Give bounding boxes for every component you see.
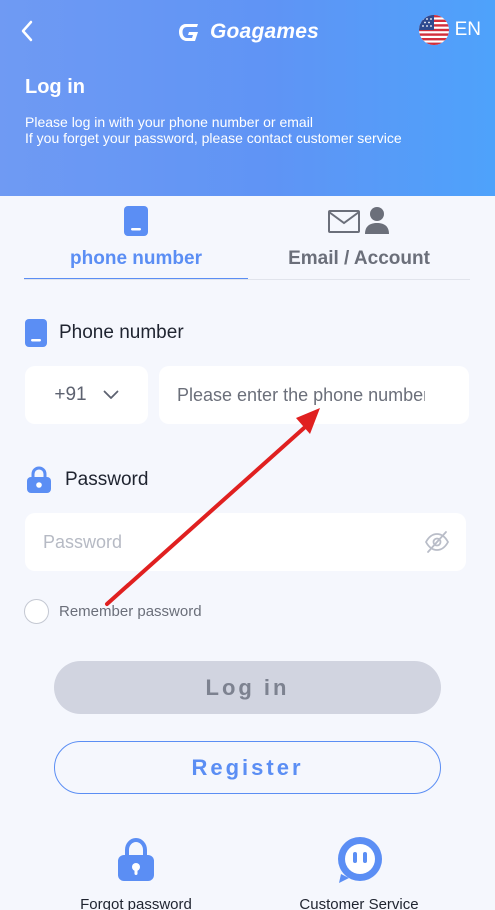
- back-button[interactable]: [14, 16, 40, 46]
- logo-text: Goagames: [210, 20, 319, 43]
- tab-phone-number[interactable]: phone number: [24, 196, 248, 280]
- page-title: Log in: [25, 76, 85, 98]
- password-label-text: Password: [65, 469, 149, 490]
- tab-email-account-label: Email / Account: [288, 248, 430, 269]
- login-method-tabs: phone number Email / Account: [24, 196, 470, 282]
- language-selector[interactable]: EN: [418, 15, 481, 45]
- password-field: [25, 513, 466, 571]
- phone-number-label-text: Phone number: [59, 322, 184, 343]
- customer-service-button[interactable]: Customer Service: [279, 836, 439, 910]
- eye-off-icon[interactable]: [424, 530, 450, 554]
- remember-password-radio[interactable]: [24, 599, 49, 624]
- login-button[interactable]: Log in: [54, 661, 441, 714]
- lock-icon: [118, 837, 154, 881]
- chevron-down-icon: [103, 390, 119, 399]
- forgot-password-label: Forgot password: [80, 896, 192, 910]
- lock-icon: [27, 466, 51, 493]
- tab-phone-number-label: phone number: [70, 248, 202, 269]
- phone-number-label: Phone number: [25, 319, 184, 347]
- chevron-left-icon: [21, 20, 33, 42]
- country-code-value: +91: [54, 384, 87, 405]
- phone-icon: [124, 206, 148, 236]
- us-flag-icon: [418, 15, 449, 45]
- email-account-icon: [328, 207, 389, 234]
- header: Goagames EN Log in Please log in with yo…: [0, 0, 495, 196]
- subtitle-line-2: If you forget your password, please cont…: [25, 130, 402, 146]
- remember-password-label: Remember password: [59, 603, 202, 620]
- subtitle-line-1: Please log in with your phone number or …: [25, 114, 313, 130]
- tab-email-account[interactable]: Email / Account: [248, 196, 470, 280]
- password-label: Password: [25, 466, 148, 494]
- logo-mark-icon: [179, 24, 198, 41]
- customer-service-label: Customer Service: [299, 896, 419, 910]
- forgot-password-button[interactable]: Forgot password: [56, 836, 216, 910]
- phone-number-field: [159, 366, 469, 424]
- register-button[interactable]: Register: [54, 741, 441, 794]
- tabs-divider: [24, 279, 470, 280]
- phone-icon: [25, 319, 47, 347]
- password-input[interactable]: [43, 513, 396, 571]
- language-label: EN: [454, 19, 481, 40]
- country-code-select[interactable]: +91: [25, 366, 148, 424]
- logo: Goagames: [176, 17, 319, 47]
- remember-password-checkbox[interactable]: Remember password: [24, 599, 202, 624]
- phone-number-input[interactable]: [177, 366, 425, 424]
- page-subtitle: Please log in with your phone number or …: [25, 114, 402, 146]
- chat-bubble-icon: [338, 837, 382, 883]
